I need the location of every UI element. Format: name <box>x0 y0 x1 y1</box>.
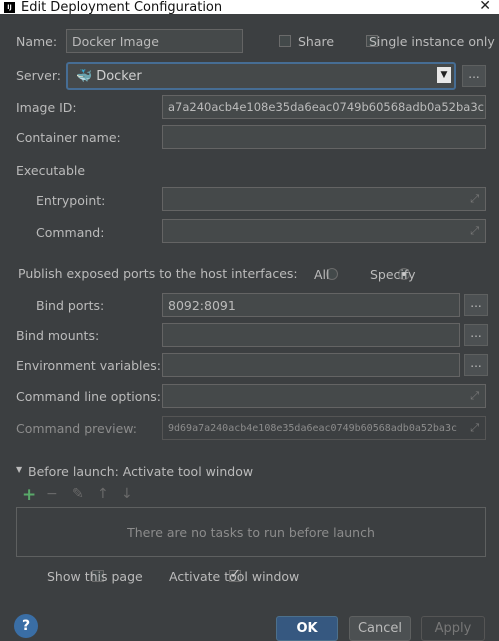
container-name-label: Container name: <box>16 130 121 145</box>
title-bar: IJ Edit Deployment Configuration ✕ <box>0 0 499 15</box>
bind-mounts-label: Bind mounts: <box>16 328 100 343</box>
env-vars-more-button[interactable]: ... <box>464 354 488 376</box>
command-label: Command: <box>36 225 105 240</box>
command-input[interactable]: ⤢ <box>162 219 486 243</box>
move-down-icon: ↓ <box>121 486 133 502</box>
publish-specify-label: Specify <box>370 267 416 282</box>
show-page-label: Show this page <box>47 569 143 584</box>
expand-icon[interactable]: ⤢ <box>470 389 479 403</box>
bind-ports-more-button[interactable]: ... <box>464 294 488 316</box>
collapse-triangle-icon[interactable]: ▼ <box>16 465 22 474</box>
expand-icon[interactable]: ⤢ <box>470 421 479 435</box>
entrypoint-input[interactable]: ⤢ <box>162 187 486 211</box>
name-input[interactable]: Docker Image <box>66 29 243 53</box>
activate-tool-window-label: Activate tool window <box>169 569 300 584</box>
executable-section-title: Executable <box>16 163 86 178</box>
docker-icon: 🐳 <box>76 68 93 84</box>
single-instance-label: Single instance only <box>369 34 495 49</box>
command-line-options-label: Command line options: <box>16 389 162 404</box>
env-vars-input[interactable] <box>162 353 460 377</box>
server-more-button[interactable]: ... <box>462 65 486 87</box>
bind-ports-label: Bind ports: <box>36 298 105 313</box>
server-label: Server: <box>16 68 61 83</box>
ok-button[interactable]: OK <box>276 616 338 641</box>
edit-icon: ✎ <box>72 486 84 502</box>
move-up-icon: ↑ <box>97 486 109 502</box>
apply-button[interactable]: Apply <box>421 616 485 641</box>
cancel-button[interactable]: Cancel <box>349 616 411 641</box>
help-icon[interactable]: ? <box>14 614 38 638</box>
bind-mounts-input[interactable] <box>162 323 460 347</box>
empty-tasks-text: There are no tasks to run before launch <box>127 524 375 540</box>
remove-icon: − <box>46 486 58 502</box>
window-title: Edit Deployment Configuration <box>21 0 223 15</box>
command-preview-field: 9d69a7a240acb4e108e35da6eac0749b60568adb… <box>162 416 486 440</box>
server-select[interactable]: 🐳 Docker ▼ <box>66 62 456 90</box>
expand-icon[interactable]: ⤢ <box>470 192 479 206</box>
container-name-input[interactable] <box>162 125 486 149</box>
entrypoint-label: Entrypoint: <box>36 193 106 208</box>
image-id-label: Image ID: <box>16 100 77 115</box>
command-preview-value: 9d69a7a240acb4e108e35da6eac0749b60568adb… <box>168 422 457 434</box>
share-label: Share <box>298 34 335 49</box>
chevron-down-icon[interactable]: ▼ <box>437 67 451 83</box>
bind-ports-input[interactable]: 8092:8091 <box>162 293 460 317</box>
share-checkbox[interactable] <box>279 35 291 47</box>
close-icon[interactable]: ✕ <box>479 0 491 14</box>
before-launch-label[interactable]: Before launch: Activate tool window <box>28 464 253 479</box>
image-id-input[interactable]: a7a240acb4e108e35da6eac0749b60568adb0a52… <box>162 95 486 119</box>
app-logo-icon: IJ <box>4 1 15 13</box>
publish-ports-label: Publish exposed ports to the host interf… <box>18 266 298 281</box>
command-line-options-input[interactable]: ⤢ <box>162 384 486 408</box>
env-vars-label: Environment variables: <box>16 358 161 373</box>
before-launch-list: There are no tasks to run before launch <box>16 507 486 557</box>
server-select-value: Docker <box>96 68 142 84</box>
add-icon[interactable]: + <box>22 485 36 505</box>
name-label: Name: <box>16 34 58 49</box>
command-preview-label: Command preview: <box>16 421 138 436</box>
publish-all-label: All <box>314 267 330 282</box>
bind-mounts-more-button[interactable]: ... <box>464 324 488 346</box>
expand-icon[interactable]: ⤢ <box>470 224 479 238</box>
